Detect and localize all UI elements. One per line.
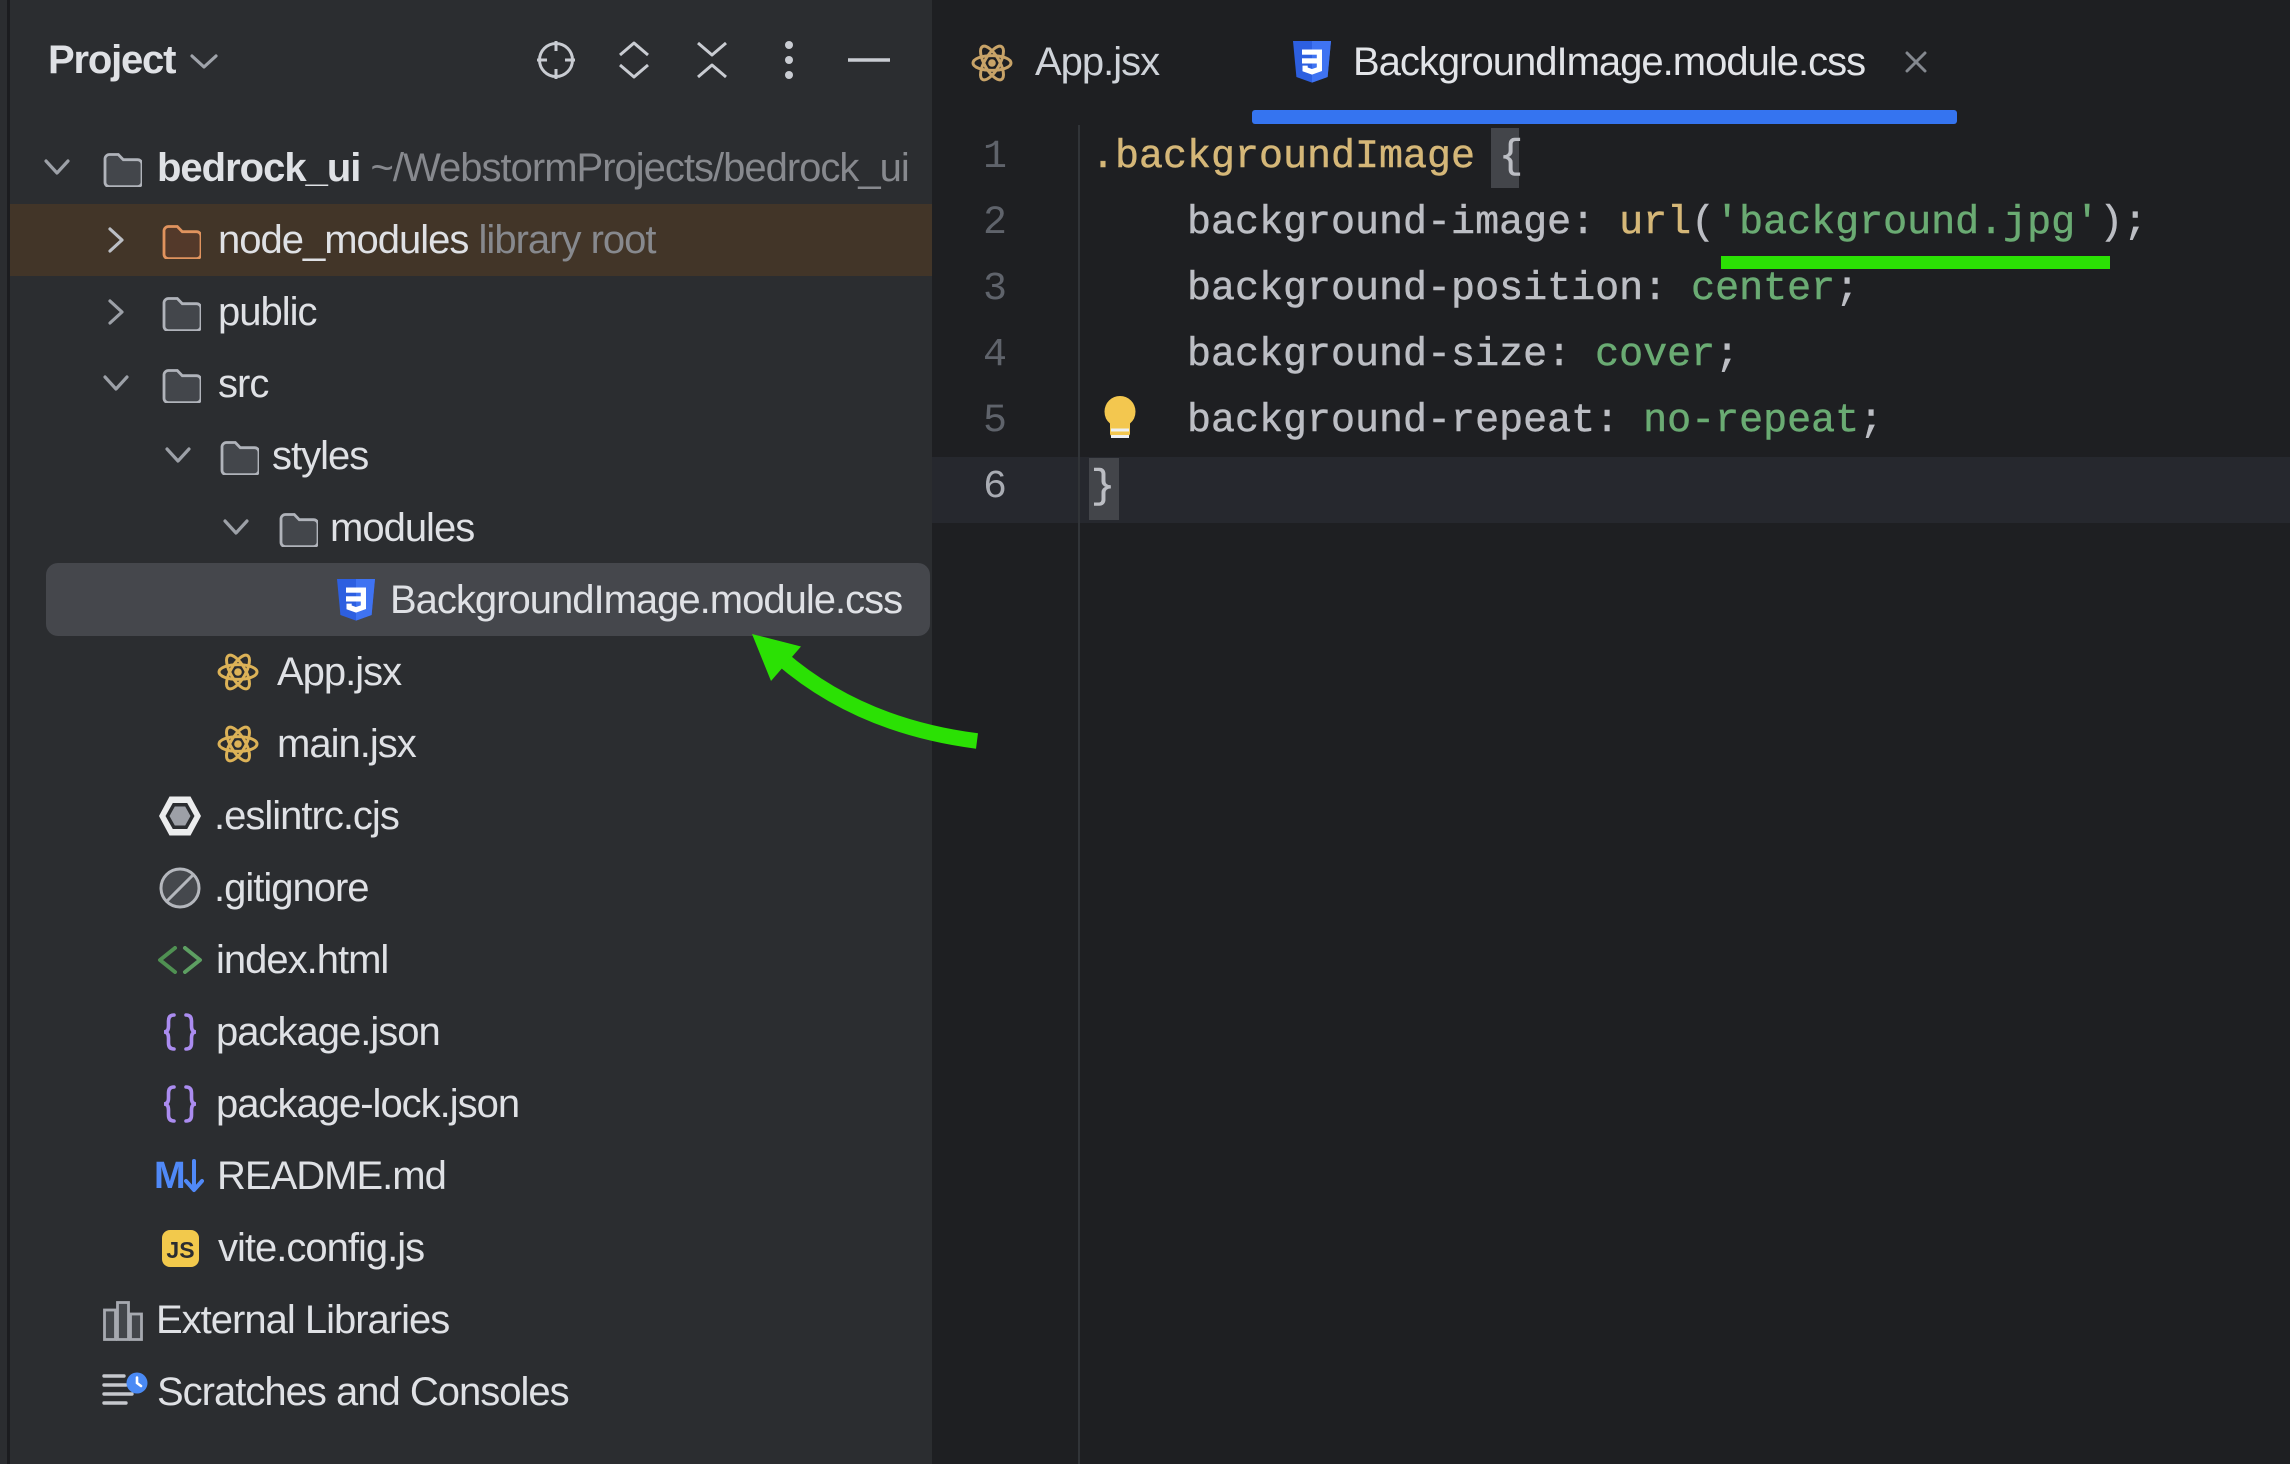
svg-text:JS: JS: [166, 1237, 194, 1263]
